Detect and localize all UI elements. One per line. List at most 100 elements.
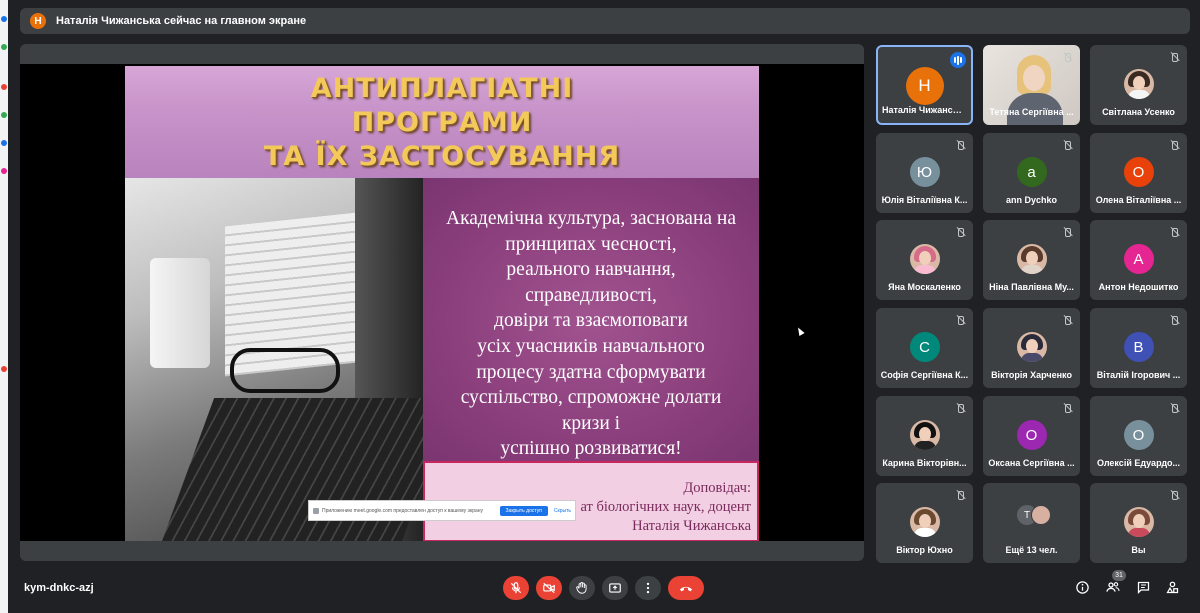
participant-tile[interactable]: Ніна Павлівна Му...: [983, 220, 1080, 300]
participant-tile[interactable]: Т Ещё 13 чел.: [983, 483, 1080, 563]
participant-tile[interactable]: С Софія Сергіївна К...: [876, 308, 973, 388]
avatar-face: [918, 427, 931, 441]
taskbar-app-icon[interactable]: [1, 366, 7, 372]
stop-sharing-button[interactable]: Закрыть доступ: [499, 505, 548, 516]
participant-name: ann Dychko: [1005, 195, 1057, 205]
participant-tile[interactable]: Карина Вікторівн...: [876, 396, 973, 476]
mic-off-icon: [1169, 51, 1181, 63]
mic-off-icon: [955, 139, 967, 151]
slide-body-line: реального навчання,: [506, 259, 676, 281]
participant-tile[interactable]: Н Наталія Чижанська: [876, 45, 973, 125]
slide-body-line: довіри та взаємоповаги: [494, 310, 688, 332]
avatar: В: [1123, 332, 1154, 362]
participant-tile[interactable]: О Олексій Едуардо...: [1090, 396, 1187, 476]
participant-name: Антон Недошитко: [1098, 282, 1179, 292]
activities-icon: [1165, 581, 1178, 593]
participant-name: Олена Віталіївна ...: [1095, 195, 1182, 205]
participant-tile[interactable]: Вікторія Харченко: [983, 308, 1080, 388]
hide-notice-button[interactable]: Скрыть: [554, 508, 571, 514]
meeting-details-button[interactable]: [1073, 578, 1091, 596]
participant-name: Віктор Юхно: [896, 545, 953, 555]
avatar: О: [1016, 420, 1047, 450]
participant-tile[interactable]: Світлана Усенко: [1090, 45, 1187, 125]
mic-off-icon: [1169, 489, 1181, 501]
mic-off-icon: [955, 226, 967, 238]
slide-body-line: Академічна культура, заснована на: [445, 208, 737, 229]
participant-tile[interactable]: О Оксана Сергіївна ...: [983, 396, 1080, 476]
end-call-button[interactable]: [668, 576, 704, 600]
avatar: a: [1016, 157, 1047, 187]
participant-name: Софія Сергіївна К...: [880, 370, 969, 380]
avatar: О: [1123, 420, 1154, 450]
avatar: С: [909, 332, 940, 362]
avatar-body: [913, 265, 936, 274]
stage-top-bar: [20, 44, 864, 64]
participant-name: Оксана Сергіївна ...: [988, 458, 1075, 468]
avatar: Н: [905, 67, 944, 105]
slide-body-line: справедливості,: [525, 284, 657, 306]
camera-toggle-button[interactable]: [536, 576, 562, 600]
slide-body: Академічна культура, заснована на принци…: [423, 178, 759, 461]
photo-glasses: [230, 348, 340, 393]
avatar-body: [1127, 90, 1150, 99]
share-notice-icon: [313, 507, 319, 514]
stage-bottom-bar: [20, 541, 864, 561]
avatar: [909, 507, 940, 537]
participant-tile[interactable]: В Віталій Ігорович ...: [1090, 308, 1187, 388]
participant-tile[interactable]: Віктор Юхно: [876, 483, 973, 563]
participant-tile[interactable]: А Антон Недошитко: [1090, 220, 1187, 300]
present-screen-button[interactable]: [602, 576, 628, 600]
avatar: [909, 420, 940, 450]
videocam-off-icon: [543, 582, 555, 594]
participant-name: Вы: [1131, 545, 1146, 555]
slide-title-line: АНТИПЛАГІАТНІ: [310, 73, 574, 104]
activities-button[interactable]: [1163, 578, 1181, 596]
mic-off-icon: [955, 489, 967, 501]
taskbar-app-icon[interactable]: [1, 168, 7, 174]
avatar-body: [1020, 353, 1043, 362]
participant-count-badge: 31: [1112, 570, 1126, 581]
shared-slide: АНТИПЛАГІАТНІ ПРОГРАМИ ТА ЇХ ЗАСТОСУВАНН…: [125, 66, 759, 542]
chat-button[interactable]: [1134, 578, 1152, 596]
avatar: О: [1123, 157, 1154, 187]
participant-name: Наталія Чижанська: [882, 105, 967, 115]
call-end-icon: [680, 586, 692, 592]
taskbar-app-icon[interactable]: [1, 84, 7, 90]
avatar-body: [1127, 528, 1150, 537]
participant-tile[interactable]: Вы: [1090, 483, 1187, 563]
slide-body-line: суспільство, спроможне долати: [460, 387, 722, 409]
raise-hand-button[interactable]: [569, 576, 595, 600]
avatar-face: [1025, 339, 1038, 353]
photo-cup: [150, 258, 210, 368]
participant-name: Карина Вікторівн...: [882, 458, 967, 468]
avatar: [1123, 507, 1154, 537]
avatar: А: [1123, 244, 1154, 274]
mic-off-icon: [1062, 51, 1074, 63]
present-screen-icon: [609, 583, 621, 593]
participant-tile[interactable]: a ann Dychko: [983, 133, 1080, 213]
participant-tile[interactable]: О Олена Віталіївна ...: [1090, 133, 1187, 213]
participant-name: Яна Москаленко: [888, 282, 961, 292]
participant-name: Юлія Віталіївна К...: [881, 195, 968, 205]
avatar-face: [1132, 514, 1145, 528]
more-options-button[interactable]: [635, 576, 661, 600]
participant-tile[interactable]: Ю Юлія Віталіївна К...: [876, 133, 973, 213]
participant-tile[interactable]: Тетяна Сергіївна ...: [983, 45, 1080, 125]
taskbar-app-icon[interactable]: [1, 16, 7, 22]
info-icon: [1075, 580, 1089, 594]
slide-photo: [125, 178, 423, 542]
taskbar-app-icon[interactable]: [1, 44, 7, 50]
raise-hand-icon: [576, 581, 587, 594]
taskbar-app-icon[interactable]: [1, 140, 7, 146]
slide-title-line: ТА ЇХ ЗАСТОСУВАННЯ: [263, 141, 621, 172]
mic-toggle-button[interactable]: [503, 576, 529, 600]
slide-title-line: ПРОГРАМИ: [351, 107, 533, 138]
share-notice-message: Приложению meet.google.com предоставлен …: [322, 507, 484, 514]
taskbar-app-icon[interactable]: [1, 112, 7, 118]
more-participants-avatars: Т: [1017, 505, 1053, 525]
participant-name: Світлана Усенко: [1102, 107, 1175, 117]
participant-tile[interactable]: Яна Москаленко: [876, 220, 973, 300]
presentation-stage[interactable]: АНТИПЛАГІАТНІ ПРОГРАМИ ТА ЇХ ЗАСТОСУВАНН…: [20, 64, 864, 542]
mic-off-icon: [1062, 139, 1074, 151]
avatar: [1016, 244, 1047, 274]
